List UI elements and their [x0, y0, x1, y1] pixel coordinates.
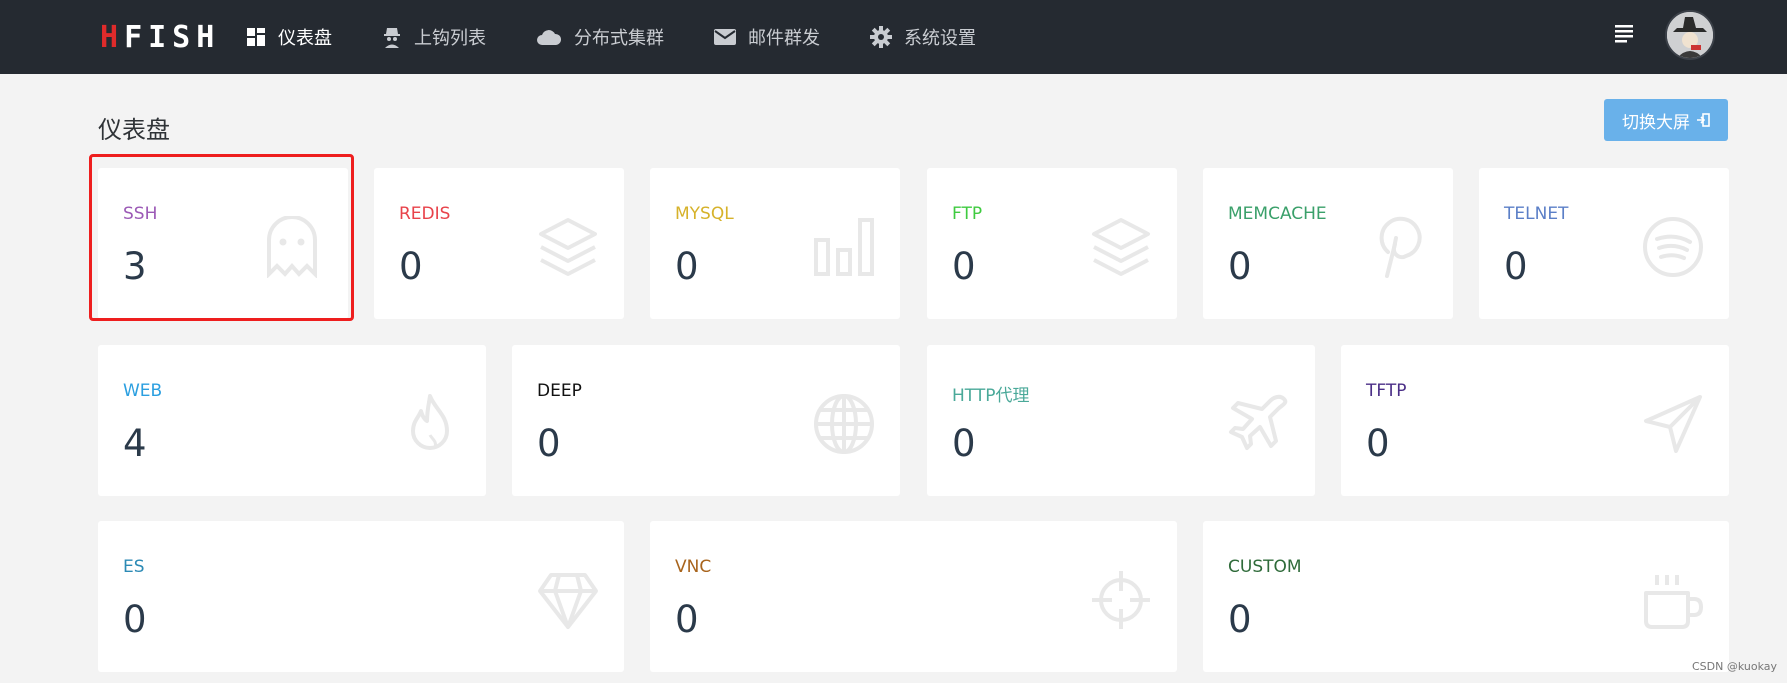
card-ftp[interactable]: FTP 0: [927, 168, 1177, 319]
fullscreen-button-label: 切换大屏: [1622, 112, 1690, 133]
nav-mail[interactable]: 邮件群发: [714, 0, 820, 74]
card-value: 0: [123, 598, 147, 641]
nav-dashboard[interactable]: 仪表盘: [246, 0, 332, 74]
card-value: 4: [123, 422, 147, 465]
card-value: 0: [1228, 598, 1252, 641]
logo-letter-h: H: [100, 19, 125, 55]
avatar[interactable]: [1665, 10, 1715, 60]
card-mysql[interactable]: MYSQL 0: [650, 168, 900, 319]
card-label: MEMCACHE: [1228, 204, 1327, 224]
cloud-icon: [537, 30, 562, 45]
nav-hooked-list[interactable]: 上钩列表: [382, 0, 486, 74]
card-label: TELNET: [1504, 204, 1569, 224]
globe-icon: [814, 394, 874, 454]
nav-cluster[interactable]: 分布式集群: [536, 0, 664, 74]
paper-plane-icon: [1644, 395, 1702, 453]
layers-icon: [1092, 218, 1150, 276]
toggle-fullscreen-button[interactable]: 切换大屏: [1604, 99, 1728, 141]
nav-settings[interactable]: 系统设置: [870, 0, 976, 74]
card-label: REDIS: [399, 204, 451, 224]
card-label: HTTP代理: [952, 386, 1030, 406]
menu-toggle-icon[interactable]: [1613, 22, 1635, 44]
pinterest-icon: [1379, 216, 1422, 278]
logo-text: FISH: [124, 19, 221, 55]
card-tftp[interactable]: TFTP 0: [1341, 345, 1729, 496]
plane-icon: [1229, 394, 1288, 450]
spy-icon: [384, 28, 400, 48]
card-value: 0: [952, 422, 976, 465]
card-value: 0: [1366, 422, 1390, 465]
card-http-proxy[interactable]: HTTP代理 0: [927, 345, 1315, 496]
nav-label: 邮件群发: [748, 28, 820, 49]
watermark: CSDN @kuokay: [1692, 660, 1778, 673]
card-label: CUSTOM: [1228, 557, 1302, 577]
hfish-logo[interactable]: H FISH: [100, 19, 221, 55]
card-deep[interactable]: DEEP 0: [512, 345, 900, 496]
diamond-icon: [538, 573, 598, 629]
fire-icon: [411, 394, 449, 450]
card-telnet[interactable]: TELNET 0: [1479, 168, 1729, 319]
nav-label: 仪表盘: [278, 28, 332, 49]
card-value: 0: [675, 245, 699, 288]
card-label: DEEP: [537, 381, 582, 401]
card-es[interactable]: ES 0: [98, 521, 624, 672]
card-redis[interactable]: REDIS 0: [374, 168, 624, 319]
spotify-icon: [1643, 217, 1703, 277]
selection-highlight: [89, 154, 354, 321]
crosshairs-icon: [1092, 571, 1150, 629]
card-label: FTP: [952, 204, 983, 224]
nav-label: 分布式集群: [574, 28, 664, 49]
bar-chart-icon: [814, 218, 874, 276]
card-value: 0: [399, 245, 423, 288]
envelope-icon: [714, 29, 736, 45]
gear-icon: [870, 26, 892, 48]
card-label: VNC: [675, 557, 712, 577]
card-value: 0: [537, 422, 561, 465]
card-label: ES: [123, 557, 145, 577]
card-web[interactable]: WEB 4: [98, 345, 486, 496]
nav-label: 上钩列表: [414, 28, 486, 49]
coffee-icon: [1644, 575, 1703, 629]
card-value: 0: [675, 598, 699, 641]
card-value: 0: [952, 245, 976, 288]
card-vnc[interactable]: VNC 0: [650, 521, 1177, 672]
nav-label: 系统设置: [904, 28, 976, 49]
card-value: 0: [1504, 245, 1528, 288]
layers-icon: [539, 218, 597, 276]
main-nav: 仪表盘 上钩列表 分布式集群 邮件群发 系统设置: [246, 0, 1026, 74]
card-memcache[interactable]: MEMCACHE 0: [1203, 168, 1453, 319]
page-title: 仪表盘: [98, 116, 170, 144]
card-value: 0: [1228, 245, 1252, 288]
card-custom[interactable]: CUSTOM 0: [1203, 521, 1729, 672]
card-label: MYSQL: [675, 204, 734, 224]
top-navbar: H FISH 仪表盘 上钩列表 分布式集群 邮件群发 系统设置: [0, 0, 1787, 74]
card-label: WEB: [123, 381, 163, 401]
card-label: TFTP: [1366, 381, 1407, 401]
sign-out-icon: [1697, 113, 1710, 127]
dashboard-icon: [247, 28, 265, 46]
